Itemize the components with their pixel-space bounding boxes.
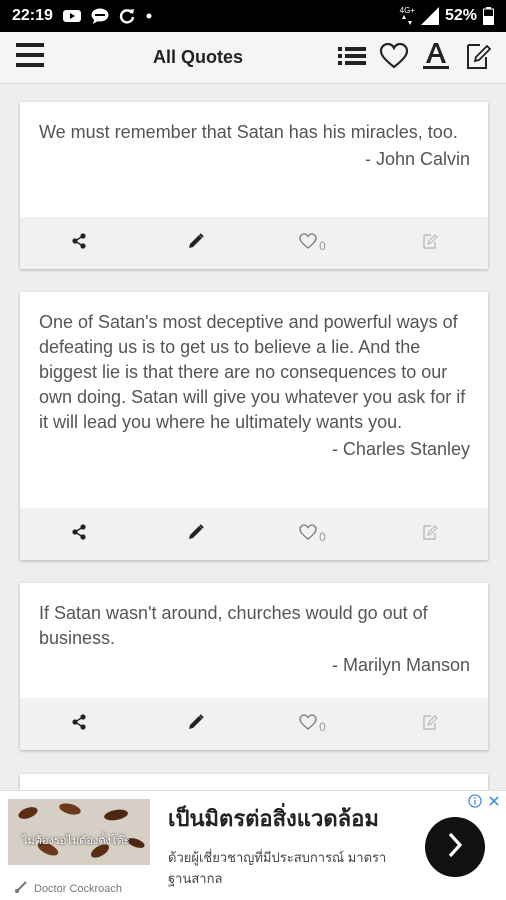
quote-card: We must remember that Satan has his mira… (20, 102, 488, 269)
quote-card: One of Satan's most deceptive and powerf… (20, 292, 488, 560)
signal-icon (420, 7, 439, 25)
quote-text: One of Satan's most deceptive and powerf… (39, 312, 466, 432)
edit-button[interactable] (137, 698, 254, 750)
quote-author: - Marilyn Manson (331, 655, 470, 675)
app-bar: All Quotes (0, 32, 506, 84)
quote-author: - John Calvin (364, 149, 470, 169)
like-count: 0 (319, 239, 326, 253)
like-button[interactable]: 0 (254, 698, 371, 750)
quote-actions: 0 (20, 698, 488, 750)
list-icon (338, 46, 366, 71)
share-button[interactable] (20, 508, 137, 560)
write-quote-button[interactable] (464, 43, 492, 73)
quote-actions: 0 (20, 508, 488, 560)
heart-outline-icon (299, 523, 317, 545)
compose-button[interactable] (371, 217, 488, 269)
like-button[interactable]: 0 (254, 508, 371, 560)
edit-note-icon (422, 524, 438, 545)
quote-author: - Charles Stanley (331, 439, 470, 459)
pencil-icon (188, 523, 204, 545)
pencil-icon (188, 713, 204, 735)
share-icon (71, 523, 87, 545)
advertiser-name: Doctor Cockroach (34, 882, 123, 895)
like-count: 0 (319, 720, 326, 734)
favorites-button[interactable] (379, 42, 409, 74)
share-icon (71, 232, 87, 254)
font-button[interactable] (422, 42, 450, 75)
quote-card (20, 774, 488, 790)
edit-note-icon (422, 233, 438, 254)
ad-choices[interactable] (468, 794, 500, 813)
ad-headline[interactable]: เป็นมิตรต่อสิ่งแวดล้อม (168, 801, 379, 836)
chevron-right-icon (445, 831, 465, 864)
ad-body: ด้วยผู้เชี่ยวชาญที่มีประสบการณ์ มาตราฐาน… (168, 850, 387, 886)
ad-advertiser: Doctor Cockroach (14, 880, 122, 897)
font-icon (423, 42, 449, 75)
edit-button[interactable] (137, 217, 254, 269)
notification-dot-icon (145, 12, 153, 20)
battery-icon (483, 7, 494, 25)
edit-button[interactable] (137, 508, 254, 560)
youtube-icon (62, 9, 81, 23)
ad-close-icon[interactable] (488, 794, 500, 813)
heart-icon (379, 42, 409, 74)
quote-text: If Satan wasn't around, churches would g… (39, 603, 428, 648)
sync-icon (119, 8, 135, 24)
ad-banner[interactable]: ไม่ต้องรอไม่ต้องตั้งโต๊ะ Doctor Cockroac… (0, 790, 506, 900)
network-label: 4G+ (399, 6, 415, 15)
quote-actions: 0 (20, 217, 488, 269)
categories-button[interactable] (338, 43, 366, 73)
heart-outline-icon (299, 232, 317, 254)
edit-note-icon (422, 714, 438, 735)
quote-list[interactable]: We must remember that Satan has his mira… (0, 84, 506, 790)
compose-button[interactable] (371, 698, 488, 750)
share-button[interactable] (20, 217, 137, 269)
ad-image[interactable]: ไม่ต้องรอไม่ต้องตั้งโต๊ะ (8, 799, 150, 865)
status-time: 22:19 (12, 7, 53, 24)
quote-card: If Satan wasn't around, churches would g… (20, 583, 488, 750)
compose-button[interactable] (371, 508, 488, 560)
advertiser-logo-icon (14, 880, 28, 897)
share-icon (71, 713, 87, 735)
status-bar: 22:19 4G+ 52% (0, 0, 506, 32)
like-button[interactable]: 0 (254, 217, 371, 269)
edit-note-icon (465, 42, 492, 75)
ad-image-text: ไม่ต้องรอไม่ต้องตั้งโต๊ะ (22, 835, 130, 847)
like-count: 0 (319, 530, 326, 544)
message-icon (91, 8, 109, 24)
ad-open-button[interactable] (425, 817, 485, 877)
network-icon: 4G+ (400, 7, 415, 25)
quote-text: We must remember that Satan has his mira… (39, 122, 458, 142)
pencil-icon (188, 232, 204, 254)
battery-percentage: 52% (444, 7, 477, 24)
adchoices-info-icon[interactable] (468, 794, 482, 813)
share-button[interactable] (20, 698, 137, 750)
page-title: All Quotes (152, 47, 243, 67)
heart-outline-icon (299, 713, 317, 735)
